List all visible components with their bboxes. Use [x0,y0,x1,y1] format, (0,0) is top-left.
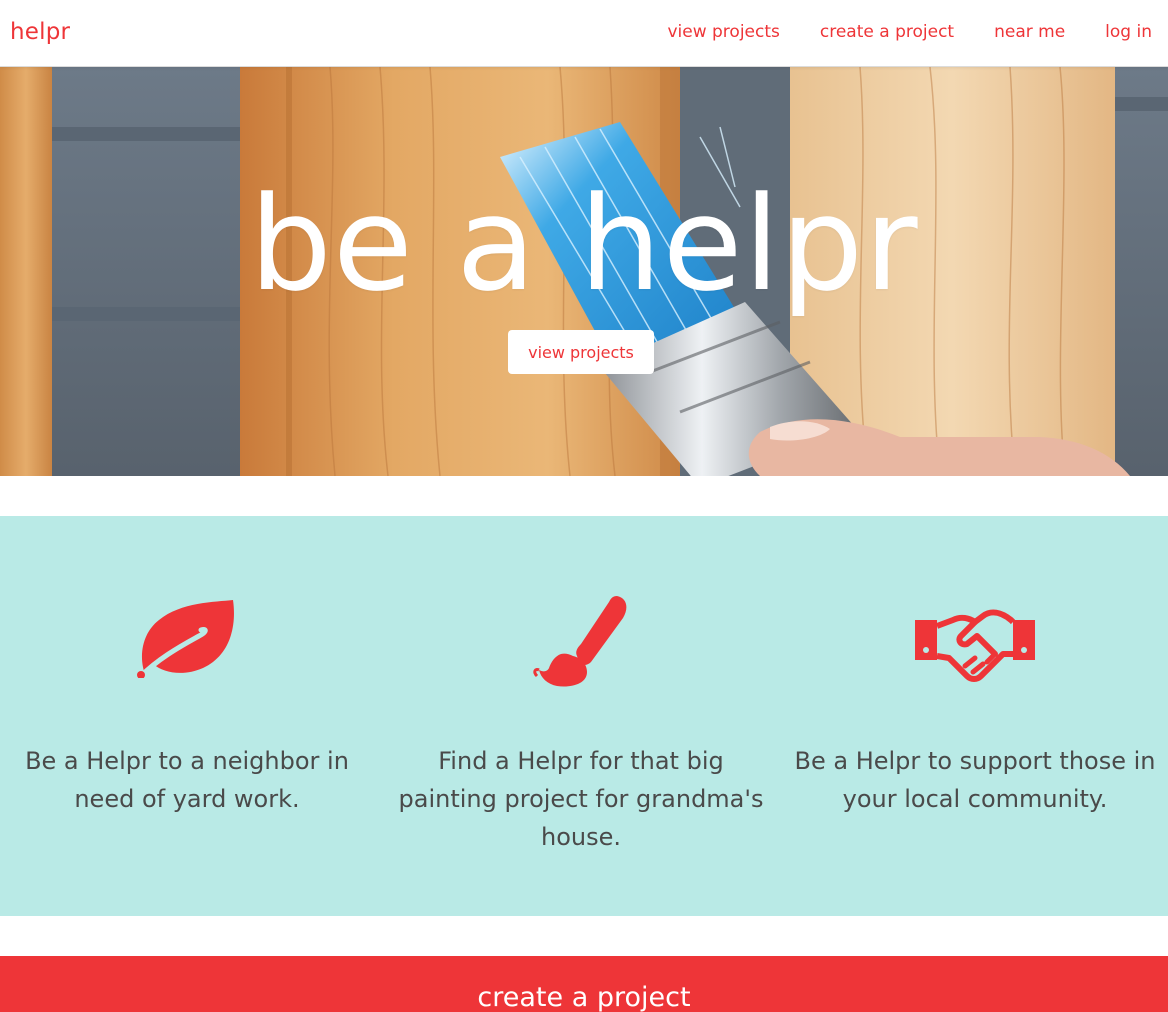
brand-logo-link[interactable]: helpr [10,19,70,45]
handshake-icon [915,609,1035,682]
nav-link-create-project[interactable]: create a project [820,22,954,42]
create-project-banner[interactable]: create a project [0,956,1168,1012]
feature-painting-text: Find a Helpr for that big painting proje… [398,747,764,851]
paintbrush-icon [533,596,627,687]
hero-view-projects-button[interactable]: view projects [508,330,654,374]
feature-yard-work-text: Be a Helpr to a neighbor in need of yard… [25,747,349,813]
nav-links: view projects create a project near me l… [667,22,1152,42]
hero-banner: be a helpr view projects [0,67,1168,476]
nav-link-log-in[interactable]: log in [1105,22,1152,42]
top-navbar: helpr view projects create a project nea… [0,0,1168,67]
leaf-icon [137,600,234,678]
nav-link-near-me[interactable]: near me [994,22,1065,42]
create-project-title[interactable]: create a project [0,982,1168,1012]
feature-community-text: Be a Helpr to support those in your loca… [794,747,1156,813]
hero-title: be a helpr [249,168,919,320]
features-section: Be a Helpr to a neighbor in need of yard… [0,516,1168,916]
nav-link-view-projects[interactable]: view projects [667,22,779,42]
